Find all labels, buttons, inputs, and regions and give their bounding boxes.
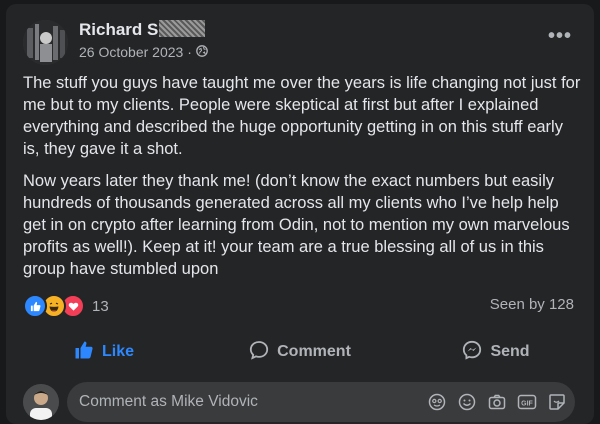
send-label: Send: [490, 343, 530, 360]
like-label: Like: [101, 343, 134, 360]
gif-icon[interactable]: GIF: [517, 392, 537, 412]
author-name[interactable]: Richard S: [79, 20, 206, 40]
post-date[interactable]: 26 October 2023: [79, 44, 183, 60]
post-actions: Like Comment Send: [6, 334, 594, 370]
svg-text:GIF: GIF: [521, 400, 533, 407]
sticker-icon[interactable]: [547, 392, 567, 412]
comment-bubble-icon: [249, 340, 269, 365]
reactions-summary[interactable]: 13: [23, 294, 109, 318]
globe-icon: [196, 44, 208, 60]
more-options-icon: •••: [547, 25, 572, 47]
post-meta: 26 October 2023 ·: [79, 44, 208, 60]
post-paragraph-2: Now years later they thank me! (don’t kn…: [23, 172, 570, 278]
author-avatar[interactable]: [23, 20, 68, 65]
reaction-count[interactable]: 13: [92, 298, 109, 315]
camera-icon[interactable]: [487, 392, 507, 412]
current-user-avatar[interactable]: [23, 384, 59, 420]
comment-label: Comment: [277, 343, 351, 360]
thumbs-up-icon: [74, 340, 94, 365]
more-options-button[interactable]: •••: [548, 26, 572, 46]
post-paragraph-1: The stuff you guys have taught me over t…: [23, 74, 581, 158]
messenger-icon: [462, 340, 482, 365]
comment-input-icons: GIF: [427, 392, 567, 412]
post-card: Richard S 26 October 2023 · ••• The stuf…: [6, 4, 594, 424]
author-name-text[interactable]: Richard S: [79, 20, 158, 39]
seen-by-count[interactable]: Seen by 128: [490, 296, 574, 313]
send-button[interactable]: Send: [398, 334, 594, 370]
comment-button[interactable]: Comment: [202, 334, 398, 370]
like-button[interactable]: Like: [6, 334, 202, 370]
post-body: The stuff you guys have taught me over t…: [23, 72, 583, 290]
comment-composer: GIF: [23, 380, 583, 424]
emoji-icon[interactable]: [457, 392, 477, 412]
avatar-sticker-icon[interactable]: [427, 392, 447, 412]
redacted-name-block: [159, 20, 206, 37]
like-reaction-icon: [23, 294, 47, 318]
